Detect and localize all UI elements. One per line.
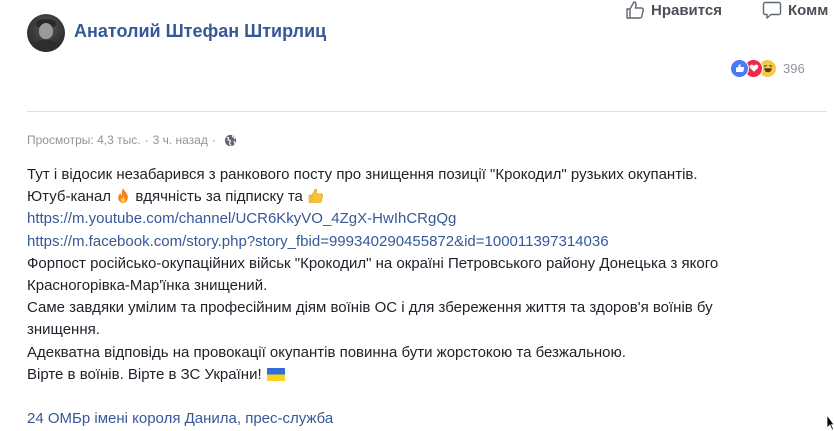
post-text-segment: вдячність за підписку та xyxy=(135,188,303,206)
mouse-cursor-icon xyxy=(826,414,834,431)
fire-icon xyxy=(118,188,129,204)
ukraine-flag-icon xyxy=(266,367,285,381)
reactions-count: 396 xyxy=(783,60,805,76)
meta-separator: · xyxy=(211,133,216,147)
meta-separator: · xyxy=(144,133,149,147)
comment-button[interactable]: Комм xyxy=(762,0,828,20)
author-name[interactable]: Анатолий Штефан Штирлиц xyxy=(74,21,326,42)
post-timestamp[interactable]: 3 ч. назад xyxy=(153,133,208,147)
post-text-line: знищення. xyxy=(27,321,100,339)
source-link[interactable]: 24 ОМБр імені короля Данила, прес-служба xyxy=(27,410,333,427)
post-text-line: Красногорівка-Мар'їнка знищений. xyxy=(27,276,268,294)
like-icon xyxy=(730,58,749,78)
post-text-line: Форпост російсько-окупаційних військ "Кр… xyxy=(27,254,719,272)
like-button[interactable]: Нравится xyxy=(625,0,722,20)
post-text-line: Ютуб-канал вдячність за підписку та xyxy=(27,186,834,208)
post-text-line: Саме завдяки умілим та професійним діям … xyxy=(27,299,713,317)
post-text-segment: Ютуб-канал xyxy=(27,188,112,206)
youtube-link[interactable]: https://m.youtube.com/channel/UCR6KkyVO_… xyxy=(27,208,834,230)
facebook-link[interactable]: https://m.facebook.com/story.php?story_f… xyxy=(27,231,834,253)
post-text-line: Вірте в воїнів. Вірте в ЗС України! xyxy=(27,364,834,386)
divider xyxy=(27,111,827,112)
post-text-line: Тут і відосик незабарився з ранкового по… xyxy=(27,166,698,183)
thumbs-up-icon xyxy=(626,1,644,19)
views-count: Просмотры: 4,3 тыс. xyxy=(27,133,141,147)
post-meta: Просмотры: 4,3 тыс. · 3 ч. назад · xyxy=(27,133,237,147)
like-label: Нравится xyxy=(651,1,723,19)
post-text-segment: Вірте в воїнів. Вірте в ЗС України! xyxy=(27,365,262,383)
thumbs-up-emoji-icon xyxy=(308,188,324,203)
author-avatar[interactable] xyxy=(27,14,65,52)
facebook-post: Анатолий Штефан Штирлиц Нравится Комм 39… xyxy=(0,0,834,431)
globe-icon[interactable] xyxy=(224,134,237,147)
comment-bubble-icon xyxy=(762,1,782,19)
comment-label: Комм xyxy=(788,1,829,19)
post-body: Тут і відосик незабарився з ранкового по… xyxy=(27,164,834,386)
post-text-line: Адекватна відповідь на провокації окупан… xyxy=(27,343,626,361)
reactions-summary[interactable]: 396 xyxy=(730,58,805,78)
